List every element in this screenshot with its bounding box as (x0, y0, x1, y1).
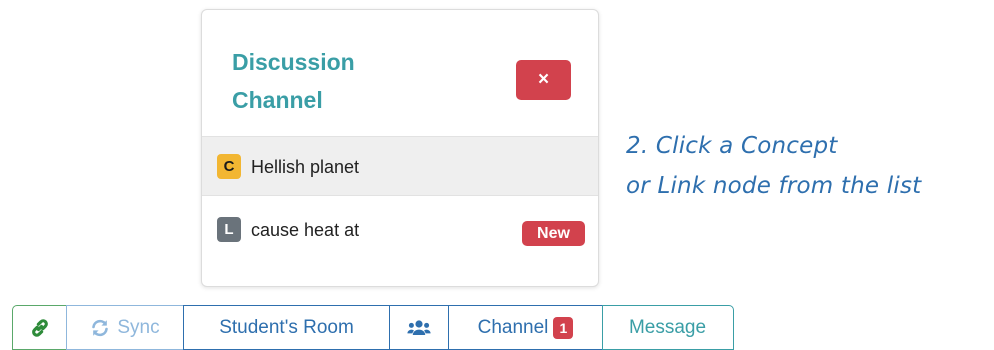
popover-title-line2: Channel (232, 87, 323, 113)
popover-header: Discussion Channel × (202, 10, 598, 136)
channel-count-badge: 1 (553, 316, 574, 339)
channel-label: Channel (477, 316, 549, 338)
popover-title: Discussion Channel (232, 43, 432, 119)
popover-title-line1: Discussion (232, 49, 355, 75)
instruction-text: 2. Click a Concept or Link node from the… (626, 126, 992, 206)
close-icon: × (537, 69, 550, 90)
list-item-label: cause heat at (251, 220, 360, 240)
message-button[interactable]: Message (601, 305, 734, 350)
sync-icon (90, 318, 110, 338)
users-button[interactable] (388, 305, 450, 350)
students-room-button[interactable]: Student's Room (183, 305, 390, 350)
users-icon (407, 319, 431, 337)
channel-button[interactable]: Channel 1 (448, 305, 603, 350)
concept-badge: C (217, 154, 241, 179)
instruction-line2: or Link node from the list (626, 173, 922, 199)
new-badge: New (522, 221, 585, 246)
list-item-label: Hellish planet (251, 157, 360, 177)
list-item-link[interactable]: L cause heat at New (202, 200, 598, 260)
bottom-toolbar: Sync Student's Room Channel 1 Message (12, 305, 734, 350)
stage: Discussion Channel × C Hellish planet L … (0, 0, 994, 350)
link-button[interactable] (12, 305, 67, 350)
link-badge: L (217, 217, 241, 242)
students-room-label: Student's Room (219, 316, 354, 338)
link-icon (30, 318, 50, 338)
message-label: Message (628, 316, 707, 338)
discussion-channel-popover: Discussion Channel × C Hellish planet L … (201, 9, 599, 287)
sync-label: Sync (117, 316, 160, 338)
list-item-concept[interactable]: C Hellish planet (202, 136, 598, 196)
close-button[interactable]: × (516, 60, 571, 100)
instruction-line1: 2. Click a Concept (626, 133, 838, 159)
sync-button[interactable]: Sync (65, 305, 185, 350)
